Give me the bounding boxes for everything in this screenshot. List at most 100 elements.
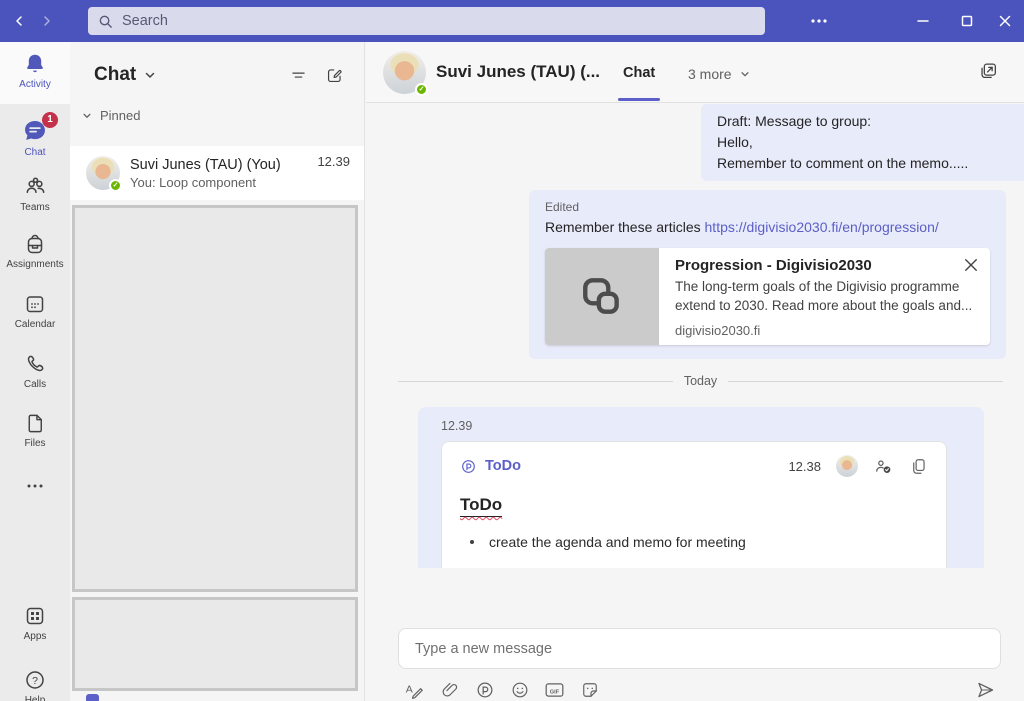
rail-more-button[interactable] — [0, 482, 70, 490]
loop-card-header: ToDo 12.38 — [460, 455, 928, 477]
divider-line — [398, 381, 673, 382]
new-chat-icon[interactable] — [324, 65, 344, 85]
shared-with-people-icon[interactable] — [873, 456, 893, 476]
clipped-element — [86, 694, 99, 701]
sidebar-item-activity[interactable]: Activity — [0, 52, 70, 90]
chevron-down-icon[interactable] — [144, 69, 156, 81]
close-button[interactable] — [988, 6, 1022, 36]
send-message-button[interactable] — [975, 679, 996, 701]
conversation-title: Suvi Junes (TAU) (... — [436, 62, 600, 82]
date-divider: Today — [398, 374, 1003, 388]
minimize-button[interactable] — [906, 6, 940, 36]
redacted-chat-list-block — [72, 205, 358, 592]
loop-app-name[interactable]: ToDo — [485, 458, 521, 474]
rail-label: Calls — [24, 379, 46, 390]
conversation-pane: Suvi Junes (TAU) (... Chat 3 more Draft:… — [366, 42, 1024, 701]
search-placeholder: Search — [122, 13, 168, 29]
sidebar-item-apps[interactable]: Apps — [0, 604, 70, 642]
date-divider-label: Today — [684, 374, 717, 388]
presence-available-badge — [109, 179, 122, 192]
help-icon: ? — [23, 668, 47, 692]
tab-chat[interactable]: Chat — [623, 65, 655, 81]
more-tabs-label: 3 more — [688, 66, 732, 82]
filter-icon[interactable] — [288, 65, 308, 85]
message-input-field[interactable] — [399, 629, 1000, 668]
calendar-icon — [23, 292, 47, 316]
chat-item-time: 12.39 — [317, 154, 350, 169]
loop-sent-time: 12.38 — [788, 459, 821, 474]
message-input[interactable] — [398, 628, 1001, 669]
apps-grid-icon — [23, 604, 47, 628]
presence-available-badge — [415, 83, 428, 96]
search-input[interactable]: Search — [88, 7, 765, 35]
svg-text:?: ? — [32, 675, 38, 687]
rail-label: Assignments — [6, 259, 63, 270]
active-tab-underline — [618, 98, 660, 101]
message-bubble-draft: Draft: Message to group: Hello, Remember… — [701, 104, 1024, 181]
chat-list-item-suvi[interactable]: Suvi Junes (TAU) (You) You: Loop compone… — [70, 146, 364, 200]
sidebar-item-calendar[interactable]: Calendar — [0, 292, 70, 330]
message-time: 12.39 — [441, 419, 947, 433]
tab-more-dropdown[interactable]: 3 more — [688, 66, 750, 82]
message-bubble-edited: Edited Remember these articles https://d… — [529, 190, 1006, 359]
panel-title: Chat — [94, 64, 136, 86]
emoji-icon[interactable] — [509, 679, 530, 700]
phone-icon — [23, 352, 47, 376]
loop-icon[interactable] — [474, 679, 495, 700]
message-link[interactable]: https://digivisio2030.fi/en/progression/ — [705, 219, 939, 235]
edited-label: Edited — [545, 200, 990, 214]
chat-list-panel: Chat Pinned Suvi Junes (TAU) (You) You: … — [70, 42, 365, 701]
link-domain: digivisio2030.fi — [675, 323, 978, 338]
sidebar-item-calls[interactable]: Calls — [0, 352, 70, 390]
sidebar-item-help[interactable]: ? Help — [0, 668, 70, 701]
message-line: Draft: Message to group: — [717, 111, 1008, 132]
avatar — [836, 455, 858, 477]
message-scroll-area[interactable]: Draft: Message to group: Hello, Remember… — [366, 103, 1024, 568]
todo-list-item[interactable]: create the agenda and memo for meeting — [460, 534, 928, 550]
sidebar-item-files[interactable]: Files — [0, 412, 70, 449]
message-text: Remember these articles — [545, 219, 705, 235]
link-thumbnail — [545, 248, 659, 345]
chat-bubble-icon: 1 — [22, 118, 48, 144]
rail-label: Files — [24, 438, 45, 449]
search-icon — [98, 14, 113, 29]
app-rail: Activity 1 Chat Teams Assignments Calend… — [0, 42, 70, 701]
loop-component-card: ToDo 12.38 ToDo create t — [441, 441, 947, 568]
loop-icon — [460, 458, 477, 475]
activity-bell-icon — [23, 52, 47, 76]
format-icon[interactable]: A — [404, 679, 425, 700]
nav-forward-button[interactable] — [36, 11, 58, 31]
sidebar-item-teams[interactable]: Teams — [0, 174, 70, 213]
divider-line — [728, 381, 1003, 382]
rail-label: Teams — [20, 202, 49, 213]
chevron-left-icon — [13, 15, 25, 27]
teams-people-icon — [23, 174, 48, 199]
gif-icon[interactable]: GIF — [544, 679, 565, 700]
popout-chat-icon[interactable] — [976, 59, 1000, 83]
svg-text:A: A — [406, 683, 413, 695]
maximize-icon — [961, 15, 973, 27]
message-line: Remember to comment on the memo..... — [717, 153, 1008, 174]
sidebar-item-chat[interactable]: 1 Chat — [0, 118, 70, 158]
svg-text:GIF: GIF — [550, 689, 560, 695]
rail-label: Calendar — [15, 319, 56, 330]
file-icon — [24, 412, 47, 435]
nav-back-button[interactable] — [8, 11, 30, 31]
ellipsis-icon — [25, 482, 45, 490]
compose-toolbar: A GIF — [404, 679, 600, 700]
pinned-section-header[interactable]: Pinned — [70, 108, 364, 123]
copy-icon[interactable] — [908, 456, 928, 476]
sticker-icon[interactable] — [579, 679, 600, 700]
close-icon[interactable] — [963, 257, 979, 273]
todo-item-text: create the agenda and memo for meeting — [489, 534, 746, 550]
conversation-avatar[interactable] — [383, 51, 426, 94]
link-preview-card[interactable]: Progression - Digivisio2030 The long-ter… — [545, 248, 990, 345]
link-title: Progression - Digivisio2030 — [675, 257, 978, 274]
attach-icon[interactable] — [439, 679, 460, 700]
rail-label: Help — [25, 695, 46, 701]
sidebar-item-assignments[interactable]: Assignments — [0, 232, 70, 270]
titlebar-more-button[interactable] — [806, 13, 832, 29]
maximize-button[interactable] — [950, 6, 984, 36]
conversation-header: Suvi Junes (TAU) (... Chat 3 more — [366, 42, 1024, 103]
send-icon — [975, 679, 996, 700]
